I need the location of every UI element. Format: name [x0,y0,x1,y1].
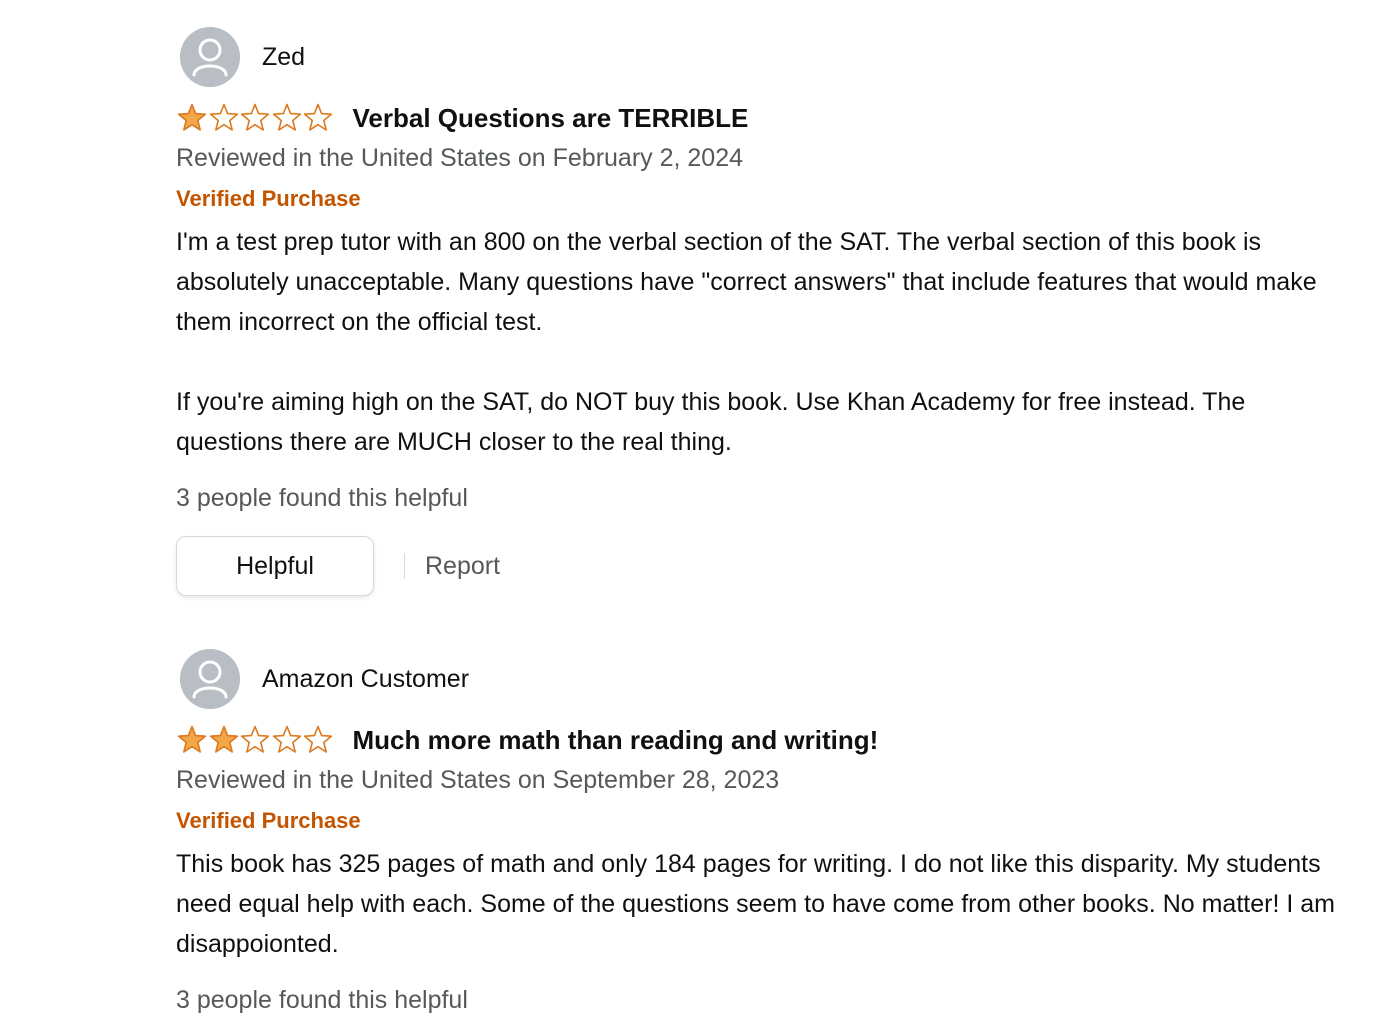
star-filled-icon [177,725,207,753]
verified-purchase-badge[interactable]: Verified Purchase [176,178,1346,220]
review-body: This book has 325 pages of math and only… [176,844,1346,964]
helpful-count: 3 people found this helpful [176,986,468,1014]
star-filled-icon [177,103,207,131]
star-empty-icon [303,103,333,131]
report-link[interactable]: Report [425,552,500,581]
avatar-icon [180,649,240,709]
verified-purchase-badge[interactable]: Verified Purchase [176,800,1346,842]
avatar-icon [180,27,240,87]
star-empty-icon [209,103,238,131]
review-paragraph: If you're aiming high on the SAT, do NOT… [176,388,1246,456]
review-paragraph: I'm a test prep tutor with an 800 on the… [176,228,1317,336]
review-title[interactable]: Verbal Questions are TERRIBLE [353,103,749,134]
review-paragraph: This book has 325 pages of math and only… [176,850,1335,958]
review-card: Zed Verbal Questions are TERRIBLE Review… [176,26,1346,596]
divider [404,553,405,579]
star-empty-icon [272,725,301,753]
star-empty-icon [240,103,270,131]
helpful-count: 3 people found this helpful [176,484,468,512]
review-date: Reviewed in the United States on Februar… [176,144,744,172]
review-title[interactable]: Much more math than reading and writing! [353,725,879,756]
star-filled-icon [209,725,238,753]
reviewer-name[interactable]: Amazon Customer [262,665,469,694]
reviewer-profile[interactable]: Zed [176,26,1346,88]
reviewer-name[interactable]: Zed [262,43,305,72]
review-date: Reviewed in the United States on Septemb… [176,766,780,794]
star-rating[interactable] [176,724,334,756]
star-empty-icon [240,725,270,753]
star-empty-icon [272,103,301,131]
review-actions: Helpful Report [176,536,1346,596]
helpful-button[interactable]: Helpful [176,536,374,596]
review-card: Amazon Customer Much more math than read… [176,648,1346,1020]
star-rating[interactable] [176,102,334,134]
star-empty-icon [303,725,333,753]
reviewer-profile[interactable]: Amazon Customer [176,648,1346,710]
review-body: I'm a test prep tutor with an 800 on the… [176,222,1346,462]
